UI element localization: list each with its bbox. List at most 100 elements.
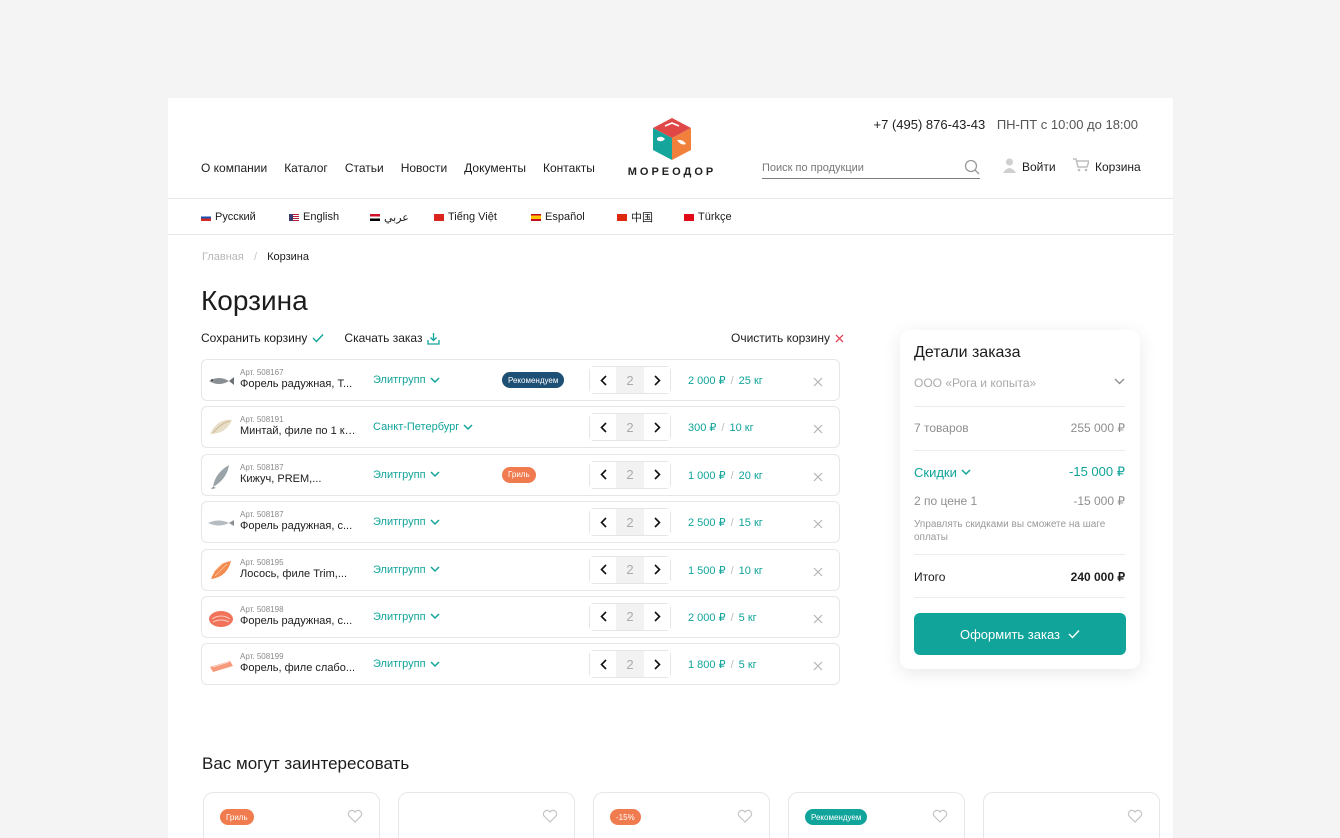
product-card[interactable]: -15%: [593, 792, 770, 838]
remove-item-button[interactable]: [813, 564, 823, 582]
nav-item-catalog[interactable]: Каталог: [284, 161, 328, 175]
supplier-select[interactable]: Элитгрупп: [373, 516, 440, 528]
supplier-select[interactable]: Элитгрупп: [373, 564, 440, 576]
favorite-heart-icon[interactable]: [542, 809, 558, 828]
decrease-button[interactable]: [590, 461, 616, 488]
discounts-toggle[interactable]: Скидки: [914, 464, 971, 480]
lang-english[interactable]: English: [289, 209, 370, 225]
product-name[interactable]: Форель радужная, с...: [240, 520, 358, 532]
remove-item-button[interactable]: [813, 374, 823, 392]
lang-arabic[interactable]: عربي: [370, 209, 434, 225]
clear-cart-button[interactable]: Очистить корзину: [731, 331, 844, 345]
logo[interactable]: МОРЕОДОР: [627, 116, 717, 178]
supplier-select[interactable]: Санкт-Петербург: [373, 421, 473, 433]
phone-number[interactable]: +7 (495) 876-43-43: [874, 117, 986, 132]
save-cart-label: Сохранить корзину: [201, 331, 308, 345]
company-select[interactable]: ООО «Рога и копыта»: [914, 376, 1125, 390]
close-icon: [813, 519, 823, 529]
decrease-button[interactable]: [590, 556, 616, 583]
favorite-heart-icon[interactable]: [347, 809, 363, 828]
search-icon[interactable]: [964, 159, 980, 180]
product-image[interactable]: [207, 367, 235, 395]
favorite-heart-icon[interactable]: [737, 809, 753, 828]
product-name[interactable]: Кижуч, PREM,...: [240, 473, 358, 485]
cart-icon: [1073, 158, 1090, 175]
product-name[interactable]: Лосось, филе Trim,...: [240, 568, 358, 580]
download-icon: [427, 332, 441, 345]
remove-item-button[interactable]: [813, 516, 823, 534]
total-row: Итого 240 000 ₽: [914, 570, 1125, 584]
quantity-input[interactable]: [616, 603, 644, 630]
discounts-label: Скидки: [914, 464, 957, 480]
increase-button[interactable]: [644, 461, 670, 488]
checkout-button[interactable]: Оформить заказ: [914, 613, 1126, 655]
product-image[interactable]: [207, 557, 235, 585]
supplier-select[interactable]: Элитгрупп: [373, 611, 440, 623]
product-image[interactable]: [207, 414, 235, 442]
remove-item-button[interactable]: [813, 469, 823, 487]
quantity-input[interactable]: [616, 367, 644, 393]
close-icon: [835, 334, 844, 342]
product-name[interactable]: Форель радужная, с...: [240, 615, 358, 627]
nav-item-documents[interactable]: Документы: [464, 161, 526, 175]
quantity-input[interactable]: [616, 414, 644, 441]
product-image[interactable]: [207, 509, 235, 537]
lang-chinese[interactable]: 中国: [617, 209, 684, 225]
increase-button[interactable]: [644, 414, 670, 441]
lang-russian[interactable]: Русский: [201, 209, 289, 225]
supplier-select[interactable]: Элитгрупп: [373, 374, 440, 386]
product-card[interactable]: Гриль: [203, 792, 380, 838]
product-card[interactable]: [398, 792, 575, 838]
check-icon: [312, 334, 324, 343]
product-image[interactable]: [207, 651, 235, 679]
nav-item-news[interactable]: Новости: [401, 161, 447, 175]
decrease-button[interactable]: [590, 367, 616, 393]
product-card[interactable]: Рекомендуем: [788, 792, 965, 838]
language-bar: Русский English عربي Tiếng Việt Español …: [168, 198, 1173, 235]
nav-item-contacts[interactable]: Контакты: [543, 161, 595, 175]
product-name[interactable]: Минтай, филе по 1 кг,...: [240, 425, 358, 437]
increase-button[interactable]: [644, 556, 670, 583]
product-image[interactable]: [207, 462, 235, 490]
lang-spanish[interactable]: Español: [531, 209, 617, 225]
cart-button[interactable]: Корзина: [1073, 158, 1141, 175]
chevron-left-icon: [599, 469, 607, 480]
supplier-select[interactable]: Элитгрупп: [373, 658, 440, 670]
supplier-select[interactable]: Элитгрупп: [373, 469, 440, 481]
quantity-input[interactable]: [616, 556, 644, 583]
favorite-heart-icon[interactable]: [932, 809, 948, 828]
chevron-down-icon: [430, 519, 440, 525]
nav-item-articles[interactable]: Статьи: [345, 161, 384, 175]
product-card[interactable]: [983, 792, 1160, 838]
increase-button[interactable]: [644, 651, 670, 678]
remove-item-button[interactable]: [813, 611, 823, 629]
quantity-input[interactable]: [616, 651, 644, 678]
price-info: 2 500 ₽ / 15 кг: [688, 516, 763, 529]
remove-item-button[interactable]: [813, 421, 823, 439]
quantity-stepper: [589, 650, 671, 679]
breadcrumb-home[interactable]: Главная: [202, 251, 244, 263]
decrease-button[interactable]: [590, 414, 616, 441]
product-name[interactable]: Форель радужная, Т...: [240, 378, 358, 390]
recommendations-list: Гриль -15% Рекомендуем: [203, 792, 1160, 838]
login-button[interactable]: Войти: [1003, 158, 1056, 176]
increase-button[interactable]: [644, 367, 670, 393]
remove-item-button[interactable]: [813, 658, 823, 676]
increase-button[interactable]: [644, 509, 670, 536]
increase-button[interactable]: [644, 603, 670, 630]
search-input[interactable]: [762, 160, 952, 174]
lang-vietnamese[interactable]: Tiếng Việt: [434, 209, 531, 225]
quantity-input[interactable]: [616, 461, 644, 488]
lang-turkish[interactable]: Türkçe: [684, 209, 732, 225]
favorite-heart-icon[interactable]: [1127, 809, 1143, 828]
decrease-button[interactable]: [590, 603, 616, 630]
nav-item-about[interactable]: О компании: [201, 161, 267, 175]
quantity-input[interactable]: [616, 509, 644, 536]
product-image[interactable]: [207, 604, 235, 632]
download-order-button[interactable]: Скачать заказ: [344, 331, 441, 345]
decrease-button[interactable]: [590, 651, 616, 678]
chevron-left-icon: [599, 659, 607, 670]
save-cart-button[interactable]: Сохранить корзину: [201, 331, 324, 345]
product-name[interactable]: Форель, филе слабо...: [240, 662, 358, 674]
decrease-button[interactable]: [590, 509, 616, 536]
